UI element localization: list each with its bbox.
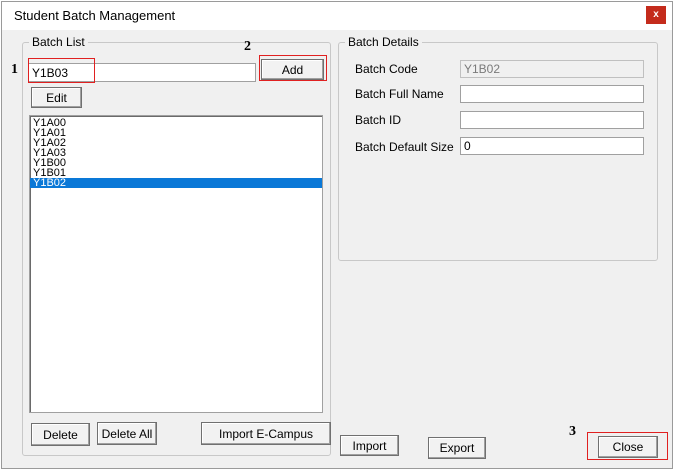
list-item[interactable]: Y1B00 (30, 158, 322, 169)
list-item[interactable]: Y1A03 (30, 148, 322, 159)
batch-full-name-label: Batch Full Name (355, 87, 444, 101)
batch-details-legend: Batch Details (345, 35, 422, 49)
batch-code-label: Batch Code (355, 62, 418, 76)
annotation-marker-3: 3 (569, 424, 576, 439)
annotation-box-close (587, 432, 668, 460)
batch-list-legend: Batch List (29, 35, 88, 49)
window-close-icon[interactable]: x (646, 6, 666, 24)
annotation-box-new-batch (28, 58, 95, 83)
batch-id-field[interactable] (460, 111, 644, 129)
delete-button[interactable]: Delete (31, 423, 90, 446)
import-ecampus-button[interactable]: Import E-Campus (201, 422, 331, 445)
annotation-marker-1: 1 (11, 62, 18, 77)
batch-full-name-field[interactable] (460, 85, 644, 103)
list-item[interactable]: Y1B02 (30, 178, 322, 189)
batch-code-field (460, 60, 644, 78)
student-batch-management-window: Student Batch Management x Batch List Ad… (1, 1, 673, 469)
import-button[interactable]: Import (340, 435, 399, 456)
title-bar: Student Batch Management x (2, 2, 672, 30)
list-item[interactable]: Y1A00 (30, 118, 322, 129)
batch-default-size-field[interactable] (460, 137, 644, 155)
list-item[interactable]: Y1A02 (30, 138, 322, 149)
window-title: Student Batch Management (14, 8, 176, 23)
batch-listbox[interactable]: Y1A00 Y1A01 Y1A02 Y1A03 Y1B00 Y1B01 Y1B0… (29, 115, 323, 413)
edit-button[interactable]: Edit (31, 87, 82, 108)
annotation-box-add (259, 55, 327, 81)
annotation-marker-2: 2 (244, 39, 251, 54)
batch-default-size-label: Batch Default Size (355, 140, 454, 154)
list-item[interactable]: Y1A01 (30, 128, 322, 139)
export-button[interactable]: Export (428, 437, 486, 459)
delete-all-button[interactable]: Delete All (97, 422, 157, 445)
batch-id-label: Batch ID (355, 113, 402, 127)
list-item[interactable]: Y1B01 (30, 168, 322, 179)
